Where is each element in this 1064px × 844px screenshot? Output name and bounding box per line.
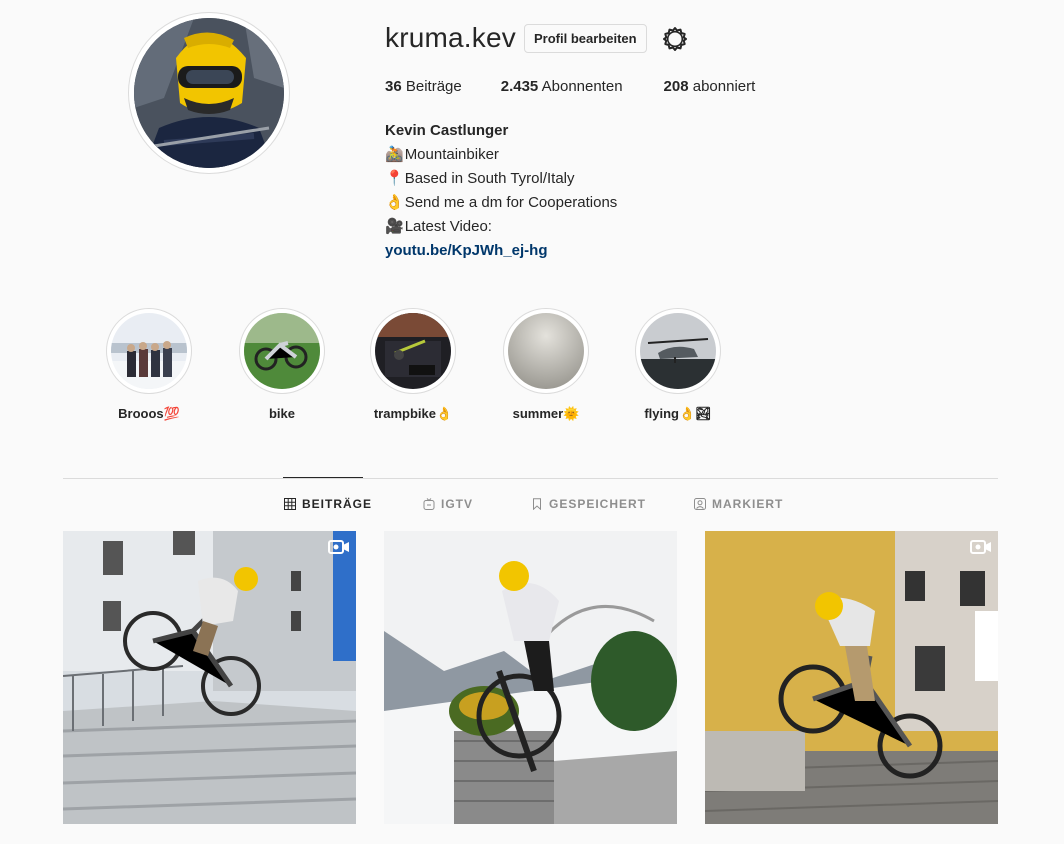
highlight-label: summer🌞 bbox=[512, 406, 580, 421]
tab-label: GESPEICHERT bbox=[549, 497, 647, 511]
posts-label: Beiträge bbox=[405, 78, 462, 95]
tab-label: MARKIERT bbox=[712, 497, 784, 511]
bio-line: 👌Send me a dm for Cooperations bbox=[385, 191, 617, 215]
profile-stats: 36 Beiträge 2.435 Abonnenten 208 abonnie… bbox=[385, 78, 755, 95]
camera-emoji-icon: 🎥 bbox=[385, 218, 404, 235]
highlight-ring bbox=[370, 308, 456, 394]
highlight-thumbnail bbox=[111, 313, 187, 389]
followers-stat[interactable]: 2.435 Abonnenten bbox=[501, 78, 623, 95]
bookmark-icon bbox=[533, 498, 541, 510]
settings-gear-icon[interactable] bbox=[661, 25, 689, 53]
following-stat[interactable]: 208 abonniert bbox=[664, 78, 756, 95]
highlight-label: trampbike👌 bbox=[373, 406, 453, 421]
post-tile[interactable] bbox=[705, 531, 998, 824]
highlight-item[interactable]: bike bbox=[227, 308, 337, 421]
highlight-ring bbox=[106, 308, 192, 394]
video-icon bbox=[970, 540, 991, 554]
bio-full-name: Kevin Castlunger bbox=[385, 122, 509, 139]
highlight-ring bbox=[635, 308, 721, 394]
video-icon bbox=[328, 540, 349, 554]
posts-count: 36 bbox=[385, 78, 402, 95]
bio-line-text: Send me a dm for Cooperations bbox=[404, 194, 618, 211]
highlight-item[interactable]: Brooos💯 bbox=[94, 308, 204, 422]
followers-count: 2.435 bbox=[500, 78, 539, 95]
highlight-ring bbox=[503, 308, 589, 394]
profile-username: kruma.kev bbox=[385, 22, 516, 53]
highlight-thumbnail bbox=[244, 313, 320, 389]
profile-page: kruma.kev Profil bearbeiten 36 Beiträge … bbox=[0, 0, 1064, 844]
bio-line: 🎥Latest Video: bbox=[385, 215, 617, 239]
highlight-item[interactable]: trampbike👌 bbox=[358, 308, 468, 422]
tab-igtv[interactable]: IGTV bbox=[423, 497, 473, 511]
tab-label: BEITRÄGE bbox=[302, 497, 373, 511]
profile-avatar[interactable] bbox=[128, 12, 290, 174]
tab-saved[interactable]: GESPEICHERT bbox=[531, 497, 646, 511]
tabs-divider bbox=[63, 478, 998, 479]
followers-label: Abonnenten bbox=[541, 78, 623, 95]
bio-line: 🚵Mountainbiker bbox=[385, 143, 617, 167]
active-tab-indicator bbox=[283, 477, 363, 478]
posts-stat: 36 Beiträge bbox=[385, 78, 462, 95]
profile-bio: Kevin Castlunger 🚵Mountainbiker 📍Based i… bbox=[385, 119, 617, 263]
pin-emoji-icon: 📍 bbox=[385, 170, 404, 187]
igtv-icon bbox=[423, 498, 435, 510]
tab-tagged[interactable]: MARKIERT bbox=[694, 497, 783, 511]
highlight-item[interactable]: summer🌞 bbox=[491, 308, 601, 422]
highlight-label: Brooos💯 bbox=[118, 406, 180, 421]
avatar-image bbox=[134, 18, 284, 168]
post-tile[interactable] bbox=[63, 531, 356, 824]
highlight-thumbnail bbox=[375, 313, 451, 389]
ok-hand-emoji-icon: 👌 bbox=[385, 194, 404, 211]
bio-external-link[interactable]: youtu.be/KpJWh_ej-hg bbox=[385, 239, 617, 263]
following-count: 208 bbox=[663, 78, 689, 95]
highlight-label: flying👌🏞 bbox=[644, 406, 712, 421]
tagged-user-icon bbox=[694, 498, 706, 510]
highlight-ring bbox=[239, 308, 325, 394]
bio-line: 📍Based in South Tyrol/Italy bbox=[385, 167, 617, 191]
edit-profile-button[interactable]: Profil bearbeiten bbox=[524, 24, 647, 53]
post-tile[interactable] bbox=[384, 531, 677, 824]
following-label: abonniert bbox=[692, 78, 756, 95]
grid-icon bbox=[284, 498, 296, 510]
highlight-thumbnail bbox=[508, 313, 584, 389]
highlight-item[interactable]: flying👌🏞 bbox=[623, 308, 733, 422]
bio-line-text: Latest Video: bbox=[404, 218, 492, 235]
tab-posts[interactable]: BEITRÄGE bbox=[284, 497, 372, 511]
highlight-thumbnail bbox=[640, 313, 716, 389]
bike-emoji-icon: 🚵 bbox=[385, 146, 404, 163]
tab-label: IGTV bbox=[441, 497, 474, 511]
highlight-label: bike bbox=[268, 406, 295, 421]
bio-line-text: Based in South Tyrol/Italy bbox=[404, 170, 575, 187]
bio-line-text: Mountainbiker bbox=[404, 146, 499, 163]
